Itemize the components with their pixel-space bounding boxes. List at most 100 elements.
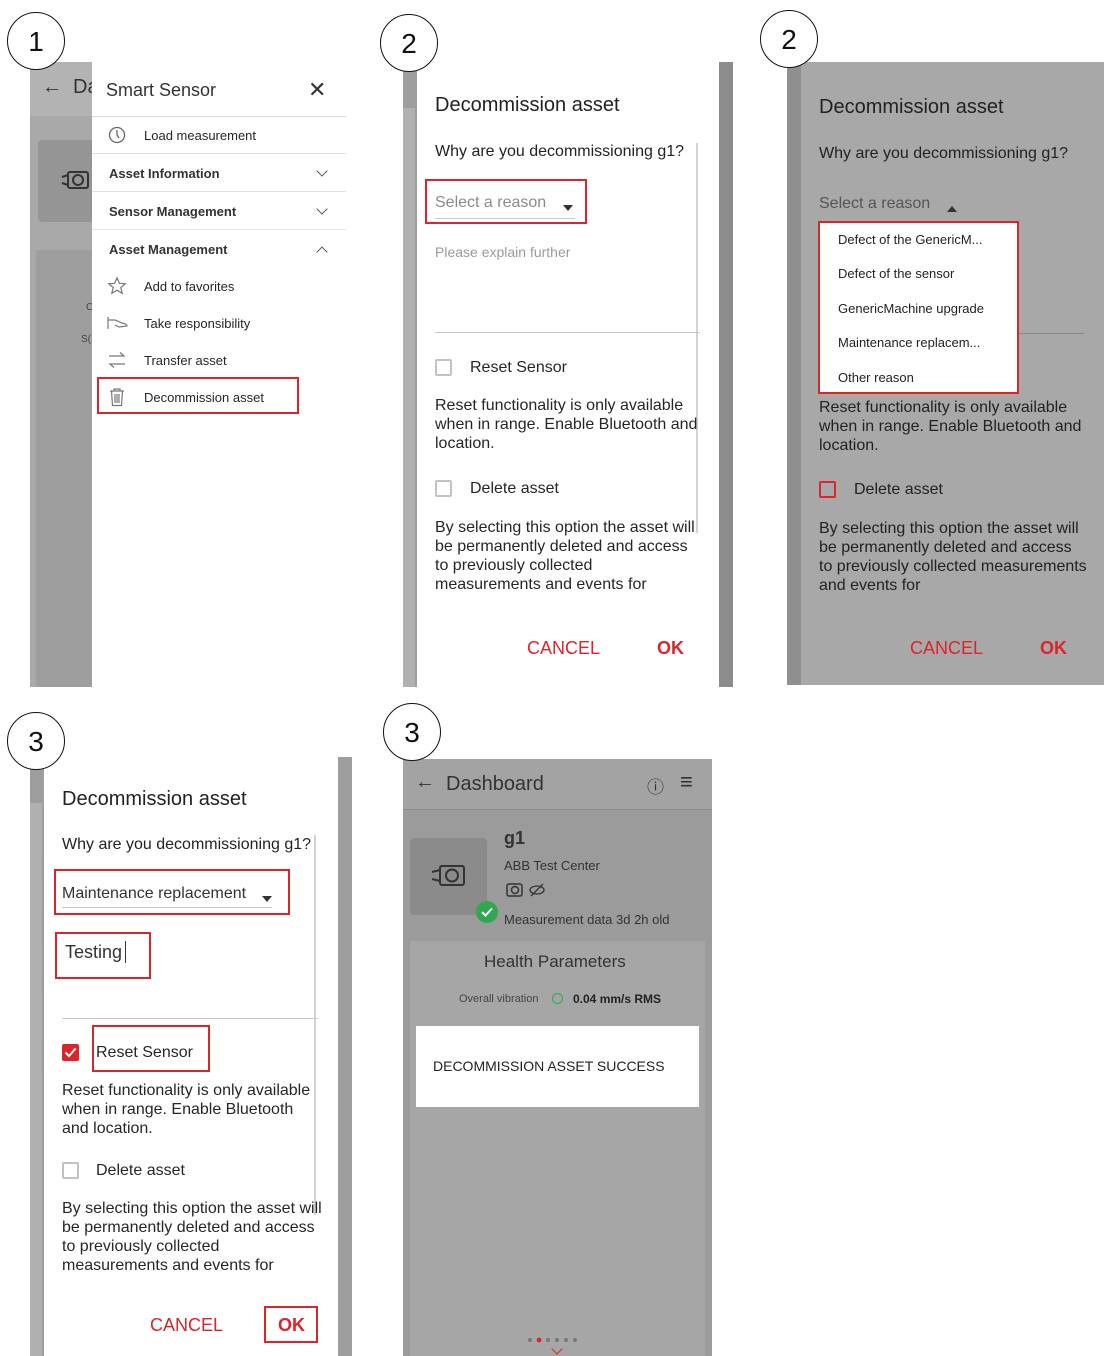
hamburger-menu-icon[interactable]: ≡ bbox=[680, 769, 693, 795]
decommission-dialog: Decommission asset Why are you decommiss… bbox=[417, 62, 719, 687]
cancel-button[interactable]: CANCEL bbox=[910, 638, 983, 659]
dialog-question: Why are you decommissioning g1? bbox=[819, 145, 1069, 162]
delete-help-text: By selecting this option the asset will … bbox=[819, 520, 1087, 594]
sensor-visibility-icons bbox=[504, 881, 550, 904]
transfer-icon bbox=[107, 351, 127, 374]
delete-asset-checkbox[interactable] bbox=[62, 1162, 79, 1179]
screen-side-menu: ← Da C S( Smart Sensor ✕ Load measuremen… bbox=[30, 62, 346, 687]
menu-item-label: Sensor Management bbox=[109, 204, 237, 219]
step-badge-1: 1 bbox=[7, 12, 65, 70]
underlay-fragment-s: S( bbox=[81, 334, 91, 345]
app-bar: ← Dashboard ⓘ ≡ bbox=[403, 759, 712, 810]
motor-icon bbox=[430, 861, 468, 896]
reset-help-text: Reset functionality is only available wh… bbox=[435, 397, 698, 452]
menu-item-take-responsibility[interactable]: Take responsibility bbox=[92, 305, 346, 342]
reason-option[interactable]: Defect of the GenericM... bbox=[838, 232, 983, 247]
info-icon[interactable]: ⓘ bbox=[647, 773, 664, 798]
menu-item-label: Add to favorites bbox=[144, 279, 235, 294]
explain-input[interactable]: Please explain further bbox=[435, 244, 570, 260]
hand-icon bbox=[107, 315, 129, 336]
highlight-explanation bbox=[55, 932, 151, 979]
asset-name: g1 bbox=[504, 828, 526, 848]
reason-option[interactable]: GenericMachine upgrade bbox=[838, 301, 984, 316]
reset-sensor-checkbox[interactable] bbox=[435, 359, 452, 376]
health-parameters-title: Health Parameters bbox=[484, 952, 626, 971]
screen-dashboard-success: ← Dashboard ⓘ ≡ g1 ABB Test Center Measu… bbox=[403, 759, 712, 1356]
reason-select-placeholder: Select a reason bbox=[819, 195, 931, 212]
underlay-motor-icon bbox=[60, 168, 92, 199]
status-check-icon bbox=[476, 901, 498, 923]
close-icon[interactable]: ✕ bbox=[308, 77, 326, 103]
menu-item-load-measurement[interactable]: Load measurement bbox=[92, 117, 346, 154]
chevron-up-icon bbox=[316, 246, 328, 258]
menu-item-label: Transfer asset bbox=[144, 353, 227, 368]
step-badge-3a: 3 bbox=[7, 712, 65, 770]
menu-item-add-to-favorites[interactable]: Add to favorites bbox=[92, 268, 346, 305]
underlay-back-icon: ← bbox=[42, 76, 62, 98]
highlight-ok bbox=[264, 1306, 318, 1343]
reset-sensor-checkbox-checked[interactable] bbox=[62, 1044, 79, 1061]
dialog-question: Why are you decommissioning g1? bbox=[62, 836, 312, 853]
underlay-content bbox=[36, 250, 92, 687]
vibration-value: 0.04 mm/s RMS bbox=[573, 992, 662, 1006]
reason-select[interactable]: Select a reason bbox=[819, 194, 969, 218]
reset-help-text: Reset functionality is only available wh… bbox=[62, 1082, 311, 1137]
dialog-title: Decommission asset bbox=[819, 96, 1004, 118]
back-arrow-icon[interactable]: ← bbox=[415, 771, 435, 794]
delete-help-text: By selecting this option the asset will … bbox=[435, 519, 695, 593]
menu-item-label: Take responsibility bbox=[144, 316, 251, 331]
vibration-label: Overall vibration bbox=[459, 993, 539, 1005]
menu-item-sensor-management[interactable]: Sensor Management bbox=[92, 193, 346, 230]
drawer-title: Smart Sensor bbox=[106, 80, 217, 100]
reason-option[interactable]: Other reason bbox=[838, 370, 914, 385]
cancel-button[interactable]: CANCEL bbox=[527, 638, 600, 659]
highlight-reset-sensor bbox=[92, 1025, 210, 1072]
highlight-decommission bbox=[97, 377, 299, 414]
chevron-down-icon bbox=[316, 165, 328, 177]
reason-dropdown-menu: Defect of the GenericM... Defect of the … bbox=[818, 221, 1019, 394]
ok-button[interactable]: OK bbox=[1040, 638, 1067, 659]
star-icon bbox=[107, 276, 127, 301]
ok-button[interactable]: OK bbox=[657, 638, 684, 659]
explain-underline bbox=[1019, 333, 1084, 334]
menu-item-transfer-asset[interactable]: Transfer asset bbox=[92, 342, 346, 379]
menu-item-label: Asset Information bbox=[109, 166, 220, 181]
delete-help-text: By selecting this option the asset will … bbox=[62, 1200, 322, 1274]
screen-dialog-filled: Decommission asset Why are you decommiss… bbox=[30, 757, 352, 1356]
explain-underline bbox=[435, 332, 700, 333]
step-badge-2b: 2 bbox=[760, 10, 818, 68]
delete-asset-checkbox[interactable] bbox=[435, 480, 452, 497]
dialog-title: Decommission asset bbox=[435, 94, 620, 116]
success-toast-text: DECOMMISSION ASSET SUCCESS bbox=[433, 1058, 665, 1074]
asset-location: ABB Test Center bbox=[504, 858, 600, 873]
app-bar-title: Dashboard bbox=[446, 773, 544, 795]
menu-item-asset-management[interactable]: Asset Management bbox=[92, 231, 346, 268]
dialog-title: Decommission asset bbox=[62, 788, 247, 810]
gauge-icon bbox=[108, 126, 126, 149]
delete-asset-checkbox[interactable] bbox=[819, 481, 836, 498]
cancel-button[interactable]: CANCEL bbox=[150, 1315, 223, 1336]
dialog-scrollbar[interactable] bbox=[314, 835, 316, 1215]
caret-up-icon bbox=[947, 200, 957, 218]
step-badge-2a: 2 bbox=[380, 14, 438, 72]
underlay-strip-right bbox=[719, 62, 733, 687]
side-drawer: Smart Sensor ✕ Load measurement Asset In… bbox=[92, 62, 346, 687]
reset-sensor-label: Reset Sensor bbox=[470, 359, 567, 376]
underlay-strip bbox=[30, 803, 42, 1356]
reason-option[interactable]: Maintenance replacem... bbox=[838, 335, 980, 350]
measurement-age: Measurement data 3d 2h old bbox=[504, 912, 670, 927]
explain-underline bbox=[62, 1018, 318, 1019]
reset-help-text: Reset functionality is only available wh… bbox=[819, 399, 1082, 454]
menu-item-asset-information[interactable]: Asset Information bbox=[92, 155, 346, 192]
screen-dialog-default: Decommission asset Why are you decommiss… bbox=[403, 62, 733, 687]
reason-option[interactable]: Defect of the sensor bbox=[838, 266, 954, 281]
dialog-scrollbar[interactable] bbox=[696, 143, 698, 533]
chevron-down-icon bbox=[316, 203, 328, 215]
step-badge-3b: 3 bbox=[383, 703, 441, 761]
delete-asset-label: Delete asset bbox=[470, 480, 559, 497]
success-toast: DECOMMISSION ASSET SUCCESS bbox=[416, 1026, 699, 1107]
dialog-question: Why are you decommissioning g1? bbox=[435, 143, 685, 160]
menu-item-label: Asset Management bbox=[109, 242, 228, 257]
underlay-strip bbox=[403, 108, 415, 687]
vibration-status-icon bbox=[552, 993, 563, 1004]
